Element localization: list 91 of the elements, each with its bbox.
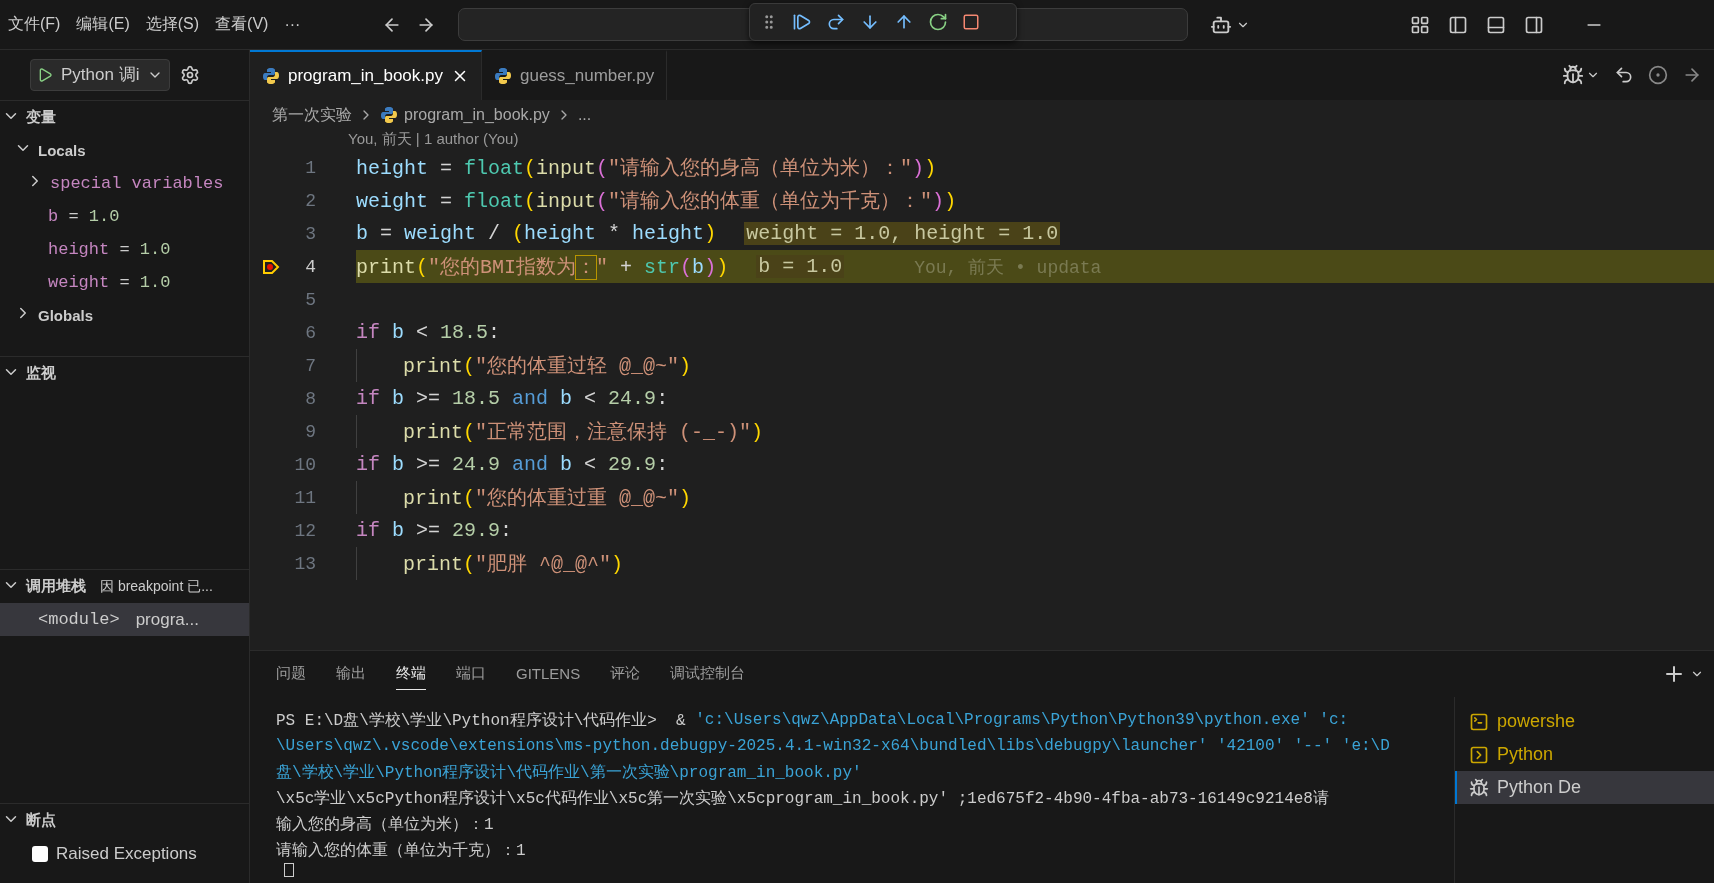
breadcrumb-item[interactable]: program_in_book.py bbox=[404, 106, 550, 124]
panel-tab[interactable]: 终端 bbox=[396, 658, 426, 690]
code-line: height = float(input("请输入您的身高（单位为米）：")) bbox=[356, 156, 937, 181]
code-line: weight = float(input("请输入您的体重（单位为千克）：")) bbox=[356, 189, 957, 214]
line-number: 8 bbox=[305, 388, 316, 409]
continue-icon[interactable] bbox=[792, 12, 812, 32]
panel-tab[interactable]: 端口 bbox=[456, 658, 486, 690]
line-number: 2 bbox=[305, 190, 316, 211]
menu-item[interactable]: 查看(V) bbox=[207, 10, 277, 39]
section-title[interactable]: 调用堆栈 bbox=[26, 577, 86, 597]
terminal-list-item[interactable]: Python De bbox=[1455, 771, 1714, 804]
panel-right-icon[interactable] bbox=[1524, 14, 1545, 35]
frame-name: <module> bbox=[38, 610, 120, 630]
terminal-icon bbox=[1469, 744, 1489, 765]
step-over-icon[interactable] bbox=[826, 12, 846, 32]
inline-blame: You, 前天 • updata bbox=[914, 256, 1102, 279]
variable-entry[interactable]: weight = 1.0 bbox=[48, 272, 171, 292]
python-file-icon bbox=[262, 67, 280, 85]
panel-bottom-icon[interactable] bbox=[1486, 14, 1507, 35]
section-title[interactable]: 变量 bbox=[26, 107, 56, 127]
scope-label[interactable]: Locals bbox=[38, 141, 86, 159]
play-icon[interactable] bbox=[37, 66, 53, 83]
panel-tab[interactable]: 调试控制台 bbox=[670, 658, 746, 690]
line-number: 11 bbox=[294, 487, 316, 508]
stack-frame[interactable]: <module> progra... bbox=[0, 603, 249, 637]
line-number: 1 bbox=[305, 157, 316, 178]
variable-entry[interactable]: b = 1.0 bbox=[48, 206, 120, 226]
code-line: print("肥胖 ^@_@^") bbox=[403, 552, 624, 577]
stop-icon[interactable] bbox=[962, 13, 980, 31]
breakpoint-label: Raised Exceptions bbox=[56, 843, 197, 864]
line-number: 10 bbox=[294, 454, 316, 475]
scope-label[interactable]: Globals bbox=[38, 306, 93, 324]
terminal-line: PS E:\D盘\学校\学业\Python程序设计\代码作业> & 'c:\Users\qwz\AppData\Local\Programs\Python\Python39\python.exe' 'c: bbox=[275, 710, 1350, 732]
codelens-blame[interactable]: You, 前天 | 1 author (You) bbox=[250, 130, 1714, 150]
panel-tab[interactable]: 评论 bbox=[610, 658, 641, 690]
go-back-icon[interactable] bbox=[1614, 65, 1634, 85]
terminal-line: 输入您的身高（单位为米）：1 bbox=[275, 814, 495, 836]
code-line: b = weight / (height * height) bbox=[356, 222, 717, 245]
line-number: 4 bbox=[305, 256, 316, 277]
line-number: 12 bbox=[294, 520, 316, 541]
code-line: if b < 18.5: bbox=[356, 321, 501, 344]
menu-item[interactable]: 选择(S) bbox=[137, 10, 208, 39]
python-file-icon bbox=[494, 67, 512, 85]
line-number: 9 bbox=[305, 421, 316, 442]
python-file-icon bbox=[380, 106, 398, 124]
terminal-cursor bbox=[284, 863, 294, 877]
inline-value: b = 1.0 bbox=[756, 255, 845, 278]
code-line: if b >= 29.9: bbox=[356, 519, 513, 542]
line-number: 6 bbox=[305, 322, 316, 343]
menu-item[interactable]: ··· bbox=[276, 11, 309, 38]
terminal-list-item[interactable]: Python bbox=[1455, 738, 1714, 771]
line-number: 5 bbox=[305, 289, 316, 310]
bug-icon[interactable] bbox=[1562, 64, 1584, 86]
line-number: 7 bbox=[305, 355, 316, 376]
frame-file: progra... bbox=[135, 609, 199, 630]
bug-icon bbox=[1469, 777, 1489, 798]
checkbox[interactable] bbox=[32, 845, 48, 862]
pause-status: 因 breakpoint 已... bbox=[100, 577, 213, 596]
panel-tab[interactable]: 输出 bbox=[336, 658, 366, 690]
code-line: if b >= 24.9 and b < 29.9: bbox=[356, 453, 669, 476]
menu-item[interactable]: 编辑(E) bbox=[68, 10, 138, 39]
settings-icon[interactable] bbox=[180, 64, 201, 85]
terminal-line: \x5c学业\x5cPython程序设计\x5c代码作业\x5c第一次实验\x5cprogram_in_book.py' ;1ed675f2-4b90-4fba-ab73-16149c9214e8请 bbox=[275, 788, 1330, 810]
variable-entry[interactable]: height = 1.0 bbox=[48, 239, 171, 259]
code-line: print("您的BMI指数为：" + str(b)) bbox=[356, 255, 729, 280]
menu-item[interactable]: 文件(F) bbox=[0, 10, 69, 39]
variable-group[interactable]: special variables bbox=[50, 173, 224, 193]
panel-left-icon[interactable] bbox=[1448, 14, 1469, 35]
restart-icon[interactable] bbox=[928, 12, 948, 32]
panel-tab[interactable]: 问题 bbox=[276, 658, 306, 690]
code-line: if b >= 18.5 and b < 24.9: bbox=[356, 387, 669, 410]
terminal-list-item[interactable]: powershe bbox=[1455, 705, 1714, 738]
section-title[interactable]: 断点 bbox=[26, 811, 56, 831]
breadcrumb-item[interactable]: ... bbox=[577, 106, 592, 124]
code-line: print("正常范围，注意保持 (-_-)") bbox=[403, 420, 764, 445]
breakpoint-current-icon[interactable] bbox=[262, 258, 280, 275]
line-number: 3 bbox=[305, 223, 316, 244]
line-number: 13 bbox=[294, 553, 316, 574]
section-title[interactable]: 监视 bbox=[26, 363, 56, 383]
layout-grid-icon[interactable] bbox=[1410, 14, 1431, 35]
code-line: print("您的体重过轻 @_@~") bbox=[403, 354, 692, 379]
breadcrumb-item[interactable]: 第一次实验 bbox=[272, 104, 352, 126]
panel-tab[interactable]: GITLENS bbox=[516, 659, 581, 689]
editor-tab[interactable]: program_in_book.py bbox=[250, 50, 482, 100]
inline-value: weight = 1.0, height = 1.0 bbox=[744, 222, 1061, 245]
run-config-dropdown[interactable]: Python 调i bbox=[30, 58, 171, 91]
terminal-icon bbox=[1469, 711, 1489, 732]
terminal-line: 盘\学校\学业\Python程序设计\代码作业\第一次实验\program_in_book.py' bbox=[275, 762, 863, 784]
terminal-line: 请输入您的体重（单位为千克）：1 bbox=[275, 840, 527, 862]
code-line: print("您的体重过重 @_@~") bbox=[403, 486, 692, 511]
terminal-line: \Users\qwz\.vscode\extensions\ms-python.debugpy-2025.4.1-win32-x64\bundled\libs\debugpy\launcher' '42100' '--' 'e:\D bbox=[275, 736, 1391, 757]
